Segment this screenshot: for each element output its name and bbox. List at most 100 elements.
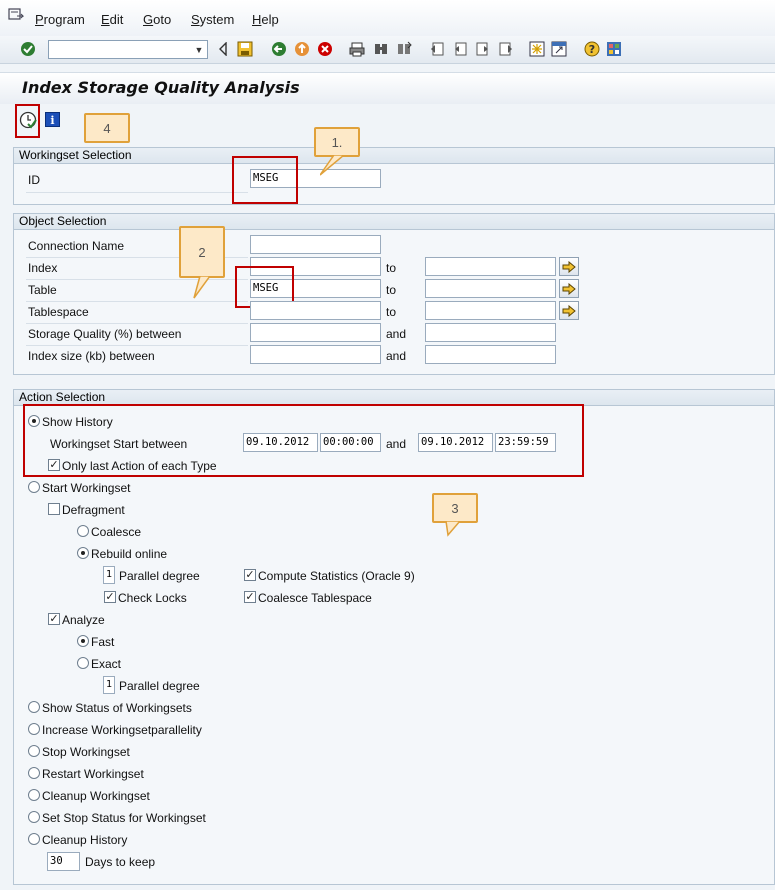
exit-up-icon[interactable] (293, 40, 311, 58)
start-and-label: and (386, 437, 407, 451)
compute-statistics-label: Compute Statistics (Oracle 9) (258, 569, 415, 583)
arrow-right-icon (562, 282, 576, 295)
parallel-degree-2-label: Parallel degree (119, 679, 200, 693)
increase-parallelity-radio[interactable] (28, 723, 40, 735)
find-icon[interactable] (372, 40, 390, 58)
menu-help[interactable]: Help (252, 12, 279, 27)
exact-radio[interactable] (77, 657, 89, 669)
svg-text:i: i (50, 114, 54, 126)
defragment-checkbox[interactable] (48, 503, 60, 515)
execute-clock-icon[interactable] (19, 111, 37, 129)
layout-menu-icon[interactable] (605, 40, 623, 58)
menu-goto[interactable]: Goto (143, 12, 171, 27)
cancel-icon[interactable] (316, 40, 334, 58)
svg-text:?: ? (589, 43, 595, 56)
next-page-icon[interactable] (474, 40, 492, 58)
set-stop-status-radio[interactable] (28, 811, 40, 823)
index-size-to-input[interactable] (425, 345, 556, 364)
start-time-from-input[interactable]: 00:00:00 (320, 433, 381, 452)
coalesce-tablespace-checkbox[interactable]: ✓ (244, 591, 256, 603)
back-green-icon[interactable] (270, 40, 288, 58)
table-multiple-selection-button[interactable] (559, 279, 579, 298)
command-field[interactable] (48, 40, 208, 59)
only-last-action-label: Only last Action of each Type (62, 459, 217, 473)
find-next-icon[interactable] (395, 40, 413, 58)
workingset-start-label: Workingset Start between (50, 437, 188, 451)
parallel-degree-input[interactable]: 1 (103, 566, 115, 584)
print-icon[interactable] (348, 40, 366, 58)
menu-program[interactable]: Program (35, 12, 85, 27)
tablespace-from-input[interactable] (250, 301, 381, 320)
sap-menu-icon[interactable] (8, 8, 25, 22)
connection-name-input[interactable] (250, 235, 381, 254)
enter-checkmark-icon[interactable] (19, 40, 37, 58)
restart-workingset-label: Restart Workingset (42, 767, 144, 781)
coalesce-radio[interactable] (77, 525, 89, 537)
start-time-to-input[interactable]: 23:59:59 (495, 433, 556, 452)
fast-radio[interactable] (77, 635, 89, 647)
analyze-checkbox[interactable]: ✓ (48, 613, 60, 625)
show-status-label: Show Status of Workingsets (42, 701, 192, 715)
table-to-label: to (386, 283, 397, 297)
index-size-from-input[interactable] (250, 345, 381, 364)
table-label: Table (28, 283, 57, 297)
index-to-input[interactable] (425, 257, 556, 276)
workingset-selection-group: Workingset Selection (13, 147, 775, 205)
callout-2-tail (193, 276, 211, 299)
row-separator (26, 279, 248, 280)
index-size-and-label: and (386, 349, 407, 363)
show-status-radio[interactable] (28, 701, 40, 713)
help-icon[interactable]: ? (583, 40, 601, 58)
back-arrow-icon[interactable] (214, 40, 232, 58)
last-page-icon[interactable] (497, 40, 515, 58)
compute-statistics-checkbox[interactable]: ✓ (244, 569, 256, 581)
start-date-from-input[interactable]: 09.10.2012 (243, 433, 318, 452)
only-last-action-checkbox[interactable]: ✓ (48, 459, 60, 471)
cleanup-workingset-radio[interactable] (28, 789, 40, 801)
create-session-icon[interactable] (528, 40, 546, 58)
coalesce-tablespace-label: Coalesce Tablespace (258, 591, 372, 605)
restart-workingset-radio[interactable] (28, 767, 40, 779)
tablespace-multiple-selection-button[interactable] (559, 301, 579, 320)
fast-label: Fast (91, 635, 115, 649)
row-separator (26, 192, 248, 193)
start-date-to-input[interactable]: 09.10.2012 (418, 433, 493, 452)
days-to-keep-input[interactable]: 30 (47, 852, 80, 871)
cleanup-history-label: Cleanup History (42, 833, 128, 847)
previous-page-icon[interactable] (451, 40, 469, 58)
row-separator (26, 301, 248, 302)
callout-1-tail (320, 155, 346, 176)
cleanup-history-radio[interactable] (28, 833, 40, 845)
index-multiple-selection-button[interactable] (559, 257, 579, 276)
rebuild-online-radio[interactable] (77, 547, 89, 559)
tablespace-to-input[interactable] (425, 301, 556, 320)
arrow-right-icon (562, 260, 576, 273)
stop-workingset-radio[interactable] (28, 745, 40, 757)
parallel-degree-2-input[interactable]: 1 (103, 676, 115, 694)
check-locks-label: Check Locks (118, 591, 187, 605)
first-page-icon[interactable] (428, 40, 446, 58)
shortcut-icon[interactable] (550, 40, 568, 58)
table-to-input[interactable] (425, 279, 556, 298)
menu-edit[interactable]: Edit (101, 12, 123, 27)
storage-quality-from-input[interactable] (250, 323, 381, 342)
tablespace-label: Tablespace (28, 305, 89, 319)
analyze-label: Analyze (62, 613, 105, 627)
set-stop-status-label: Set Stop Status for Workingset (42, 811, 206, 825)
check-locks-checkbox[interactable]: ✓ (104, 591, 116, 603)
show-history-radio[interactable] (28, 415, 40, 427)
row-separator (26, 323, 248, 324)
save-icon[interactable] (236, 40, 254, 58)
information-icon[interactable]: i (45, 112, 60, 127)
callout-1-text: 1. (331, 134, 343, 150)
start-workingset-radio[interactable] (28, 481, 40, 493)
command-dropdown-icon[interactable]: ▼ (190, 40, 208, 59)
days-to-keep-label: Days to keep (85, 855, 156, 869)
storage-quality-to-input[interactable] (425, 323, 556, 342)
menu-system[interactable]: System (191, 12, 234, 27)
stop-workingset-label: Stop Workingset (42, 745, 130, 759)
callout-2-text: 2 (198, 244, 206, 260)
parallel-degree-label: Parallel degree (119, 569, 200, 583)
arrow-right-icon (562, 304, 576, 317)
increase-parallelity-label: Increase Workingsetparallelity (42, 723, 202, 737)
